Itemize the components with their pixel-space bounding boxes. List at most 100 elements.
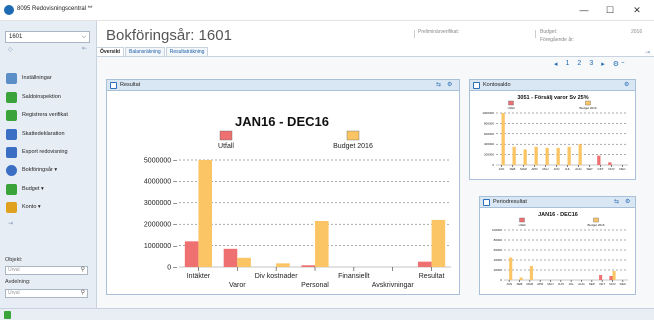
bar-budget bbox=[523, 149, 527, 165]
dashboard-settings-icon[interactable]: ⚙ ⁼ bbox=[613, 60, 625, 68]
avdelning-placeholder: Urval bbox=[8, 290, 20, 296]
objekt-placeholder: Urval bbox=[8, 267, 20, 273]
gear-icon[interactable]: ⚙ bbox=[624, 81, 629, 88]
x-tick-label: Varor bbox=[229, 282, 246, 289]
periodresultat-panel: Periodresultat ⇆ ⚙ JAN16 - DEC16 Utfall Bu… bbox=[479, 196, 636, 295]
page-1-link[interactable]: 1 bbox=[566, 60, 570, 68]
sidebar-item-skattedeklaration[interactable]: Skattedeklaration bbox=[6, 128, 65, 140]
tab-divider bbox=[96, 56, 654, 57]
sidebar-item-label: Skattedeklaration bbox=[22, 131, 65, 137]
bar-budget bbox=[509, 257, 513, 280]
bar-budget bbox=[237, 257, 251, 267]
status-icon bbox=[4, 311, 11, 319]
page-2-link[interactable]: 2 bbox=[577, 60, 581, 68]
bar-utfall bbox=[301, 265, 315, 267]
y-tick-label: 3000000 – bbox=[144, 200, 177, 207]
chart-title: 3051 - Försälj varor Sv 25% bbox=[517, 95, 588, 101]
expand-icon[interactable]: ⇥ bbox=[8, 220, 13, 227]
year-select-value: 1601 bbox=[9, 34, 23, 40]
printer-icon bbox=[6, 146, 17, 158]
x-tick-label: SEP bbox=[586, 167, 592, 171]
collapse-icon[interactable]: ⇥ bbox=[645, 49, 650, 56]
y-tick-label: 200000 bbox=[484, 153, 494, 157]
diamond-icon[interactable]: ◇ bbox=[8, 46, 13, 53]
legend-swatch bbox=[519, 217, 525, 223]
filter-icon[interactable]: ⇆ bbox=[614, 198, 619, 205]
prev-page-button[interactable]: ◂ bbox=[554, 60, 558, 68]
year-select[interactable]: 1601 ⌵ bbox=[5, 31, 90, 43]
foregaende-label: Föregående år: bbox=[540, 37, 575, 43]
sidebar-item-export-redovisning[interactable]: Export redovisning bbox=[6, 146, 68, 158]
pager: ◂ 1 2 3 ▸ ⚙ ⁼ bbox=[554, 60, 633, 68]
search-icon[interactable]: ⚲ bbox=[81, 290, 85, 297]
bar-budget bbox=[567, 146, 571, 165]
resultat-panel: Resultat ⇆ ⚙ JAN16 - DEC16 Utfall Budget 2… bbox=[106, 79, 460, 295]
x-tick-label: APR bbox=[537, 282, 544, 286]
panel-icon bbox=[483, 199, 490, 206]
kontosaldo-panel: Kontosaldo ⚙ 3051 - Försälj varor Sv 25%… bbox=[469, 79, 636, 180]
avdelning-input[interactable]: Urval ⚲ bbox=[5, 289, 88, 298]
bar-budget bbox=[519, 277, 523, 280]
y-tick-label: 40000 bbox=[494, 258, 503, 262]
bar-budget bbox=[512, 146, 516, 165]
legend-label: Budget 2016 bbox=[587, 223, 604, 227]
sidebar-item-label: Export redovisning bbox=[22, 149, 68, 155]
sidebar-item-bokforingsar[interactable]: Bokföringsår ▾ bbox=[6, 164, 57, 176]
bar-utfall bbox=[609, 276, 613, 280]
header-divider bbox=[414, 30, 415, 38]
filter-icon[interactable]: ⇆ bbox=[436, 81, 441, 88]
app-logo-icon bbox=[4, 5, 14, 15]
x-tick-label: Avskrivningar bbox=[372, 282, 415, 289]
legend-label: Budget 2016 bbox=[579, 106, 596, 110]
sidebar-item-label: Registrera verifikat bbox=[22, 112, 68, 118]
page-3-link[interactable]: 3 bbox=[589, 60, 593, 68]
gear-icon[interactable]: ⚙ bbox=[447, 81, 452, 88]
objekt-input[interactable]: Urval ⚲ bbox=[5, 266, 88, 275]
y-tick-label: 600000 bbox=[484, 132, 494, 136]
window-title: 8095 Redovisningscentral ** bbox=[17, 6, 93, 12]
bar-budget bbox=[545, 147, 549, 165]
x-tick-label: Intäkter bbox=[187, 273, 211, 280]
close-button[interactable]: ✕ bbox=[626, 3, 648, 17]
folder-icon bbox=[6, 183, 17, 195]
y-tick-label: 2000000 – bbox=[144, 222, 177, 229]
sidebar-item-budget[interactable]: Budget ▾ bbox=[6, 183, 44, 195]
sidebar-item-konto[interactable]: Konto ▾ bbox=[6, 201, 41, 213]
maximize-button[interactable]: ☐ bbox=[599, 3, 621, 17]
sidebar-item-label: Budget ▾ bbox=[22, 186, 44, 192]
x-tick-label: SEP bbox=[589, 282, 595, 286]
y-tick-label: 60000 bbox=[494, 248, 503, 252]
collapse-icon[interactable]: ⇤ bbox=[82, 45, 87, 52]
minimize-button[interactable]: — bbox=[573, 3, 595, 17]
bar-utfall bbox=[417, 261, 432, 267]
x-tick-label: Div kostnader bbox=[255, 273, 298, 280]
sidebar-item-registrera-verifikat[interactable]: Registrera verifikat bbox=[6, 109, 68, 121]
next-page-button[interactable]: ▸ bbox=[601, 60, 605, 68]
x-tick-label: DEC bbox=[619, 167, 626, 171]
x-tick-label: AUG bbox=[578, 282, 585, 286]
title-bar: 8095 Redovisningscentral ** — ☐ ✕ bbox=[0, 0, 654, 21]
y-tick-label: 400000 bbox=[484, 142, 494, 146]
legend-swatch bbox=[585, 100, 591, 106]
sidebar-item-label: Konto ▾ bbox=[22, 204, 41, 210]
sidebar-item-saldoinspektion[interactable]: Saldoinspektion bbox=[6, 91, 61, 103]
sidebar: 1601 ⌵ ◇ ⇤ Inställningar Saldoinspektion… bbox=[0, 21, 97, 308]
chevron-down-icon: ⌵ bbox=[81, 34, 86, 40]
x-tick-label: JUN bbox=[558, 282, 564, 286]
search-icon[interactable]: ⚲ bbox=[81, 267, 85, 274]
legend-label: Budget 2016 bbox=[333, 143, 373, 150]
x-tick-label: MAJ bbox=[543, 167, 550, 171]
header-divider bbox=[535, 30, 536, 38]
bar-budget bbox=[315, 220, 329, 267]
sidebar-item-installningar[interactable]: Inställningar bbox=[6, 72, 52, 84]
legend-label: Utfall bbox=[218, 143, 234, 150]
y-tick-label: 1000000 bbox=[482, 111, 494, 115]
y-tick-label: 4000000 – bbox=[144, 179, 177, 186]
status-bar bbox=[0, 308, 654, 320]
y-tick-label: 20000 bbox=[494, 268, 503, 272]
percent-icon bbox=[6, 128, 17, 140]
x-tick-label: DEC bbox=[620, 282, 627, 286]
y-tick-label: 5000000 – bbox=[144, 157, 177, 164]
gear-icon[interactable]: ⚙ bbox=[625, 198, 630, 205]
chart-title: JAN16 - DEC16 bbox=[235, 114, 329, 129]
